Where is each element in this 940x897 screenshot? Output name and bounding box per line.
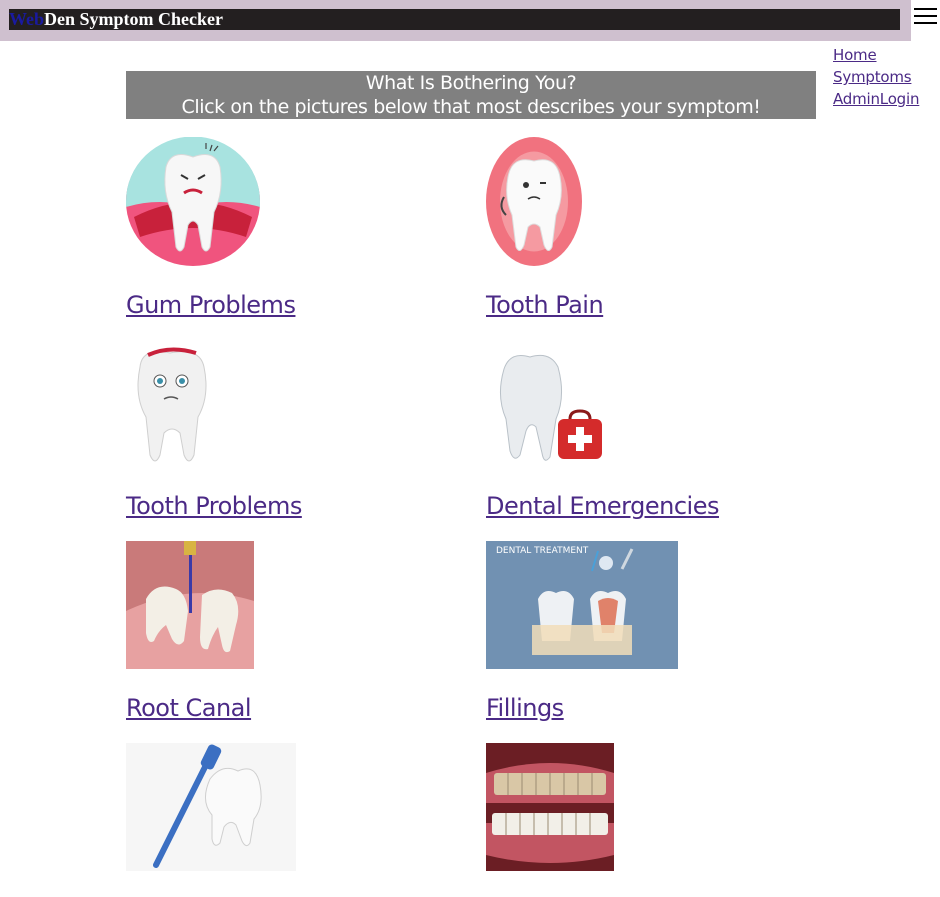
fillings-link[interactable]: Fillings (486, 693, 564, 723)
site-title: WebDen Symptom Checker (9, 9, 900, 30)
banner-heading: What Is Bothering You? (365, 72, 577, 94)
nav-home-link[interactable]: Home (833, 44, 919, 66)
poster-title: DENTAL TREATMENT (496, 546, 589, 556)
root-canal-link[interactable]: Root Canal (126, 693, 252, 723)
banner-instruction: Click on the pictures below that most de… (181, 96, 761, 118)
dental-emergencies-link[interactable]: Dental Emergencies (486, 491, 719, 521)
tooth-pain-link[interactable]: Tooth Pain (486, 290, 604, 320)
tooth-pain-image[interactable] (486, 137, 582, 266)
nav-menu: Home Symptoms AdminLogin (833, 44, 919, 110)
header-bar: WebDen Symptom Checker (0, 0, 911, 41)
brand-web-text: Web (9, 9, 45, 29)
nav-admin-login-link[interactable]: AdminLogin (833, 88, 919, 110)
tooth-problems-link[interactable]: Tooth Problems (126, 491, 302, 521)
hamburger-menu-icon[interactable] (914, 7, 937, 26)
question-banner: What Is Bothering You? Click on the pict… (126, 71, 816, 119)
tooth-problems-image[interactable] (126, 341, 216, 470)
toothbrush-image[interactable] (126, 743, 296, 871)
fillings-image[interactable]: DENTAL TREATMENT (486, 541, 678, 669)
dental-emergencies-image[interactable] (486, 341, 606, 470)
gum-problems-link[interactable]: Gum Problems (126, 290, 296, 320)
teeth-closeup-image[interactable] (486, 743, 614, 871)
root-canal-image[interactable] (126, 541, 254, 669)
brand-rest-text: Den Symptom Checker (44, 9, 223, 29)
nav-symptoms-link[interactable]: Symptoms (833, 66, 919, 88)
gum-problems-image[interactable] (126, 137, 260, 266)
